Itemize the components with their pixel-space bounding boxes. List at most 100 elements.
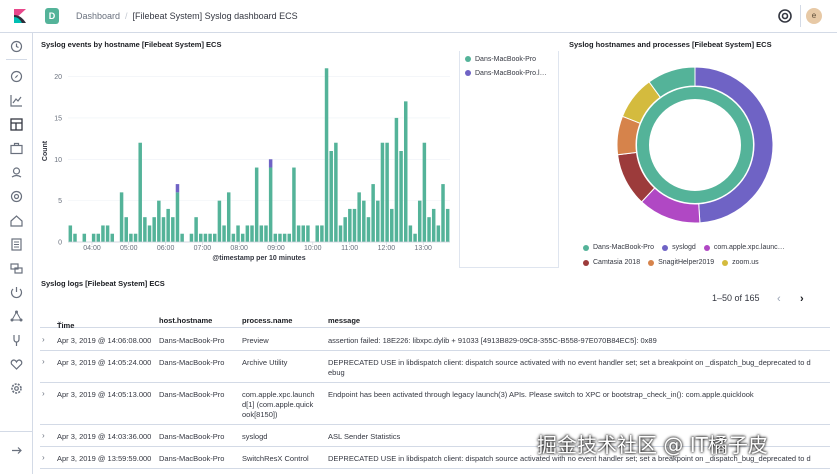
bar[interactable] bbox=[73, 233, 77, 242]
bar[interactable] bbox=[413, 233, 417, 242]
column-header-message[interactable]: message bbox=[328, 316, 360, 325]
bar[interactable] bbox=[259, 225, 264, 242]
bar[interactable] bbox=[422, 142, 427, 242]
bar[interactable] bbox=[306, 225, 310, 242]
expand-row-icon[interactable]: › bbox=[42, 357, 45, 366]
logs-icon[interactable] bbox=[10, 238, 23, 251]
bar[interactable] bbox=[278, 233, 282, 242]
bar[interactable] bbox=[166, 208, 170, 242]
discover-compass-icon[interactable] bbox=[10, 70, 23, 83]
bar[interactable] bbox=[133, 233, 138, 242]
bar[interactable] bbox=[189, 233, 194, 242]
graph-icon[interactable] bbox=[10, 310, 23, 323]
expand-row-icon[interactable]: › bbox=[42, 335, 45, 344]
bar[interactable] bbox=[320, 225, 324, 242]
monitoring-heart-icon[interactable] bbox=[10, 358, 23, 371]
bar[interactable] bbox=[394, 117, 399, 242]
bar[interactable] bbox=[436, 225, 441, 242]
bar[interactable] bbox=[68, 225, 73, 242]
donut-legend-item-snagit[interactable]: SnagitHelper2019 bbox=[648, 259, 714, 266]
bar[interactable] bbox=[91, 233, 96, 242]
bar[interactable] bbox=[376, 200, 380, 242]
next-page-button[interactable]: › bbox=[800, 293, 804, 305]
uptime-icon[interactable] bbox=[10, 286, 23, 299]
bar[interactable] bbox=[352, 208, 357, 242]
donut-legend-item-zoom[interactable]: zoom.us bbox=[722, 259, 759, 266]
bar[interactable] bbox=[399, 151, 403, 242]
bar[interactable] bbox=[82, 233, 87, 242]
kibana-logo-icon[interactable] bbox=[12, 8, 28, 24]
maps-pin-icon[interactable] bbox=[10, 166, 23, 179]
legend-item-dans-macbook-pro[interactable]: Dans-MacBook-Pro bbox=[465, 52, 547, 66]
bar[interactable] bbox=[254, 167, 259, 242]
management-gear-icon[interactable] bbox=[10, 382, 23, 395]
bar[interactable] bbox=[264, 225, 268, 242]
bar[interactable] bbox=[282, 233, 287, 242]
bar[interactable] bbox=[427, 217, 431, 242]
canvas-briefcase-icon[interactable] bbox=[10, 142, 23, 155]
legend-item-dans-macbook-pro-local[interactable]: Dans-MacBook-Pro.l… bbox=[465, 66, 547, 80]
bar[interactable] bbox=[124, 217, 128, 242]
bar[interactable] bbox=[110, 233, 115, 242]
bar[interactable] bbox=[203, 233, 208, 242]
donut-inner-slice[interactable] bbox=[637, 87, 753, 203]
infrastructure-icon[interactable] bbox=[10, 214, 23, 227]
bar[interactable] bbox=[96, 233, 101, 242]
dev-tools-icon[interactable] bbox=[10, 334, 23, 347]
bar[interactable] bbox=[161, 217, 166, 242]
bar[interactable] bbox=[315, 225, 319, 242]
bar[interactable] bbox=[175, 192, 180, 242]
processes-donut-chart[interactable] bbox=[615, 65, 775, 225]
bar[interactable] bbox=[390, 208, 394, 242]
bar[interactable] bbox=[408, 225, 413, 242]
bar[interactable] bbox=[287, 233, 292, 242]
bar[interactable] bbox=[296, 225, 301, 242]
bar[interactable] bbox=[334, 142, 338, 242]
bar[interactable] bbox=[129, 233, 133, 242]
table-row[interactable]: › Apr 3, 2019 @ 14:05:24.000 Dans-MacBook-… bbox=[40, 351, 830, 383]
recent-clock-icon[interactable] bbox=[10, 40, 23, 53]
bar[interactable] bbox=[226, 192, 231, 242]
bar[interactable] bbox=[105, 225, 110, 242]
prev-page-button[interactable]: ‹ bbox=[777, 293, 781, 305]
bar[interactable] bbox=[441, 184, 445, 242]
bar[interactable] bbox=[329, 151, 333, 242]
bar[interactable] bbox=[431, 208, 436, 242]
bar[interactable] bbox=[208, 233, 212, 242]
breadcrumb-dashboard-link[interactable]: Dashboard bbox=[76, 11, 120, 21]
bar[interactable] bbox=[101, 225, 105, 242]
bar[interactable] bbox=[357, 192, 361, 242]
bar[interactable] bbox=[268, 167, 273, 242]
bar[interactable] bbox=[231, 233, 236, 242]
bar[interactable] bbox=[380, 142, 385, 242]
bar[interactable] bbox=[171, 217, 175, 242]
donut-legend-item-dans-macbook-pro[interactable]: Dans-MacBook-Pro bbox=[583, 244, 654, 251]
expand-arrow-icon[interactable] bbox=[10, 444, 23, 457]
visualize-chart-icon[interactable] bbox=[10, 94, 23, 107]
table-row[interactable]: › Apr 3, 2019 @ 14:05:13.000 Dans-MacBook-… bbox=[40, 383, 830, 425]
donut-legend-item-camtasia[interactable]: Camtasia 2018 bbox=[583, 259, 640, 266]
expand-row-icon[interactable]: › bbox=[42, 431, 45, 440]
bar[interactable] bbox=[138, 142, 142, 242]
bar[interactable] bbox=[143, 217, 147, 242]
bar[interactable] bbox=[385, 142, 389, 242]
bar[interactable] bbox=[157, 200, 161, 242]
expand-row-icon[interactable]: › bbox=[42, 389, 45, 398]
bar[interactable] bbox=[119, 192, 124, 242]
bar[interactable] bbox=[445, 208, 450, 242]
bar[interactable] bbox=[152, 217, 156, 242]
help-icon[interactable] bbox=[776, 7, 794, 25]
bar[interactable] bbox=[371, 184, 375, 242]
bar[interactable] bbox=[180, 233, 184, 242]
bar[interactable] bbox=[199, 233, 203, 242]
bar[interactable] bbox=[362, 200, 366, 242]
donut-legend-item-syslogd[interactable]: syslogd bbox=[662, 244, 696, 251]
bar[interactable] bbox=[301, 225, 306, 242]
bar[interactable] bbox=[250, 225, 254, 242]
bar[interactable] bbox=[194, 217, 198, 242]
bar[interactable] bbox=[222, 225, 226, 242]
bar[interactable] bbox=[240, 233, 245, 242]
bar[interactable] bbox=[338, 225, 343, 242]
column-header-host[interactable]: host.hostname bbox=[159, 316, 212, 325]
bar[interactable] bbox=[212, 233, 217, 242]
